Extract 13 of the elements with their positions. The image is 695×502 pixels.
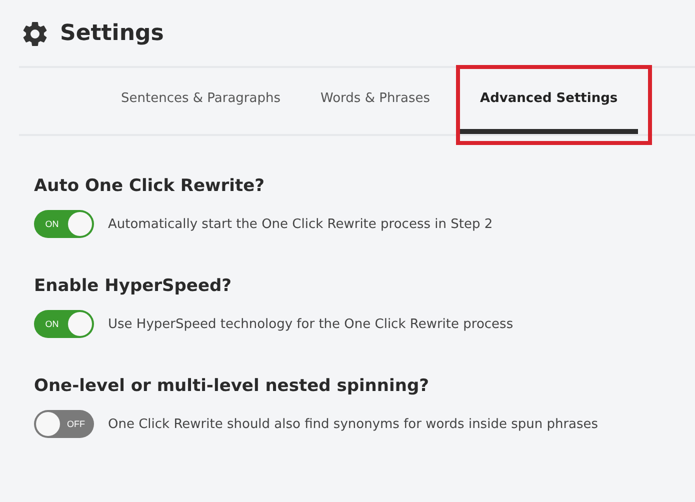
setting-description: Automatically start the One Click Rewrite process in Step 2 (108, 216, 493, 232)
setting-title: Enable HyperSpeed? (34, 276, 233, 296)
tab[interactable]: Sentences & Paragraphs (101, 68, 301, 134)
tab[interactable]: Advanced Settings (460, 68, 638, 134)
setting-description: Use HyperSpeed technology for the One Click Rewrite process (108, 316, 514, 332)
setting-title: Auto One Click Rewrite? (34, 176, 266, 196)
setting-title: One-level or multi-level nested spinning? (34, 376, 430, 396)
toggle-switch[interactable]: ON (34, 210, 94, 238)
toggle-switch[interactable]: OFF (34, 410, 94, 438)
toggle-switch[interactable]: ON (34, 310, 94, 338)
page-title: Settings (60, 21, 164, 46)
tab[interactable]: Words & Phrases (300, 68, 450, 134)
setting-description: One Click Rewrite should also find synonyms for words inside spun phrases (108, 416, 598, 432)
